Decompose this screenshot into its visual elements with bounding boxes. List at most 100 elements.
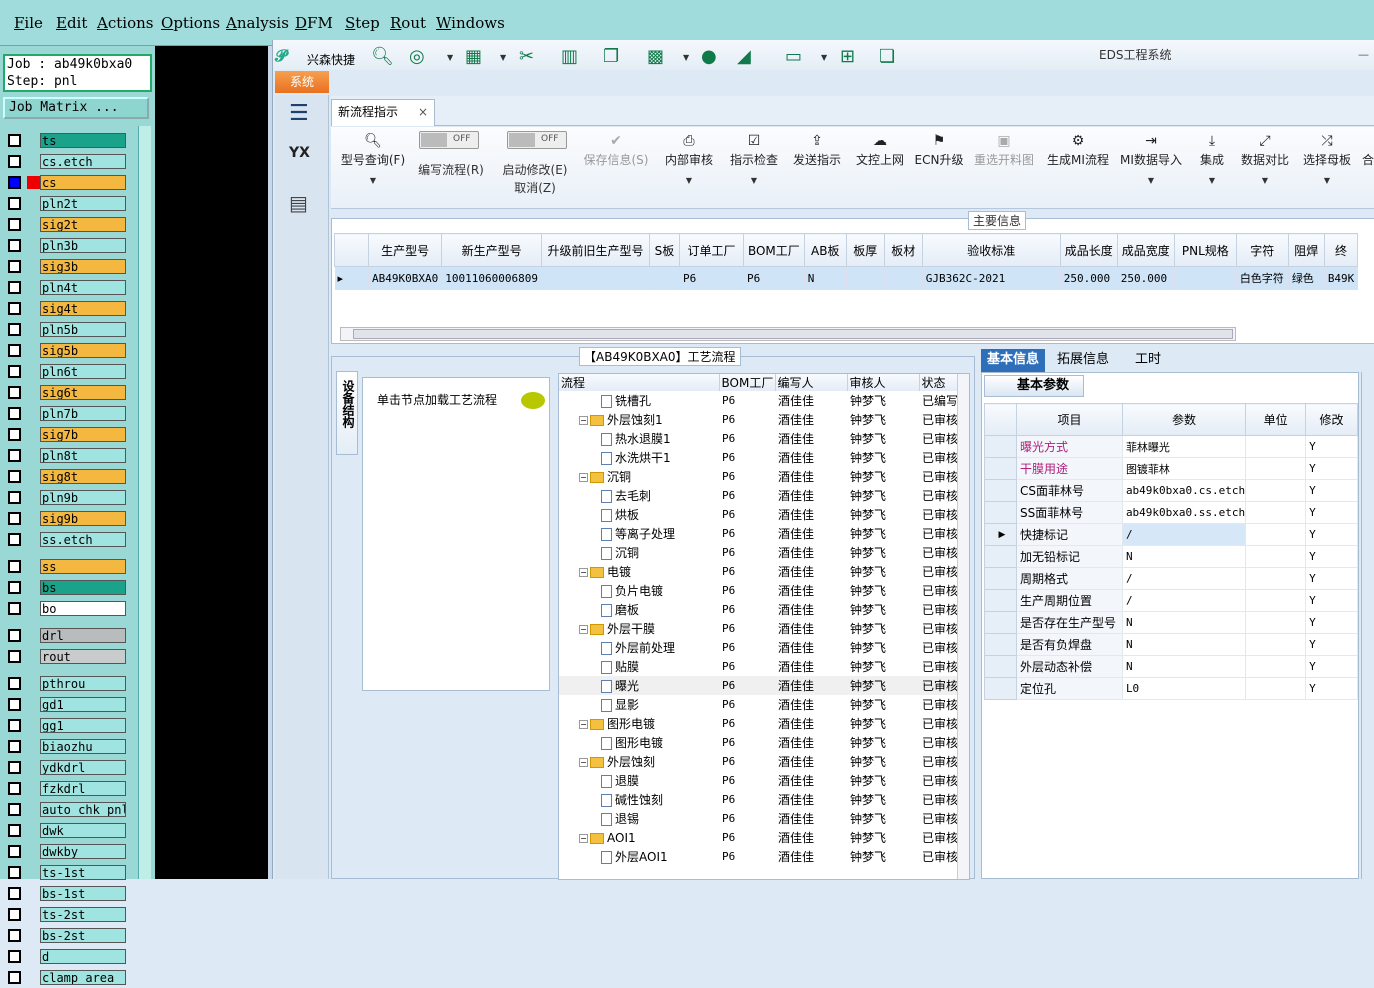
- layer-checkbox[interactable]: [8, 719, 21, 732]
- layer-row[interactable]: bo: [4, 598, 126, 619]
- menu-analysis[interactable]: Analysis: [226, 14, 289, 32]
- tree-row[interactable]: 烘板 P6 酒佳佳 钟梦飞 已审核: [559, 505, 959, 524]
- layer-row[interactable]: dwk: [4, 820, 126, 841]
- cancel-button[interactable]: 取消(Z): [497, 179, 573, 196]
- layer-checkbox[interactable]: [8, 533, 21, 546]
- tree-row[interactable]: 水洗烘干1 P6 酒佳佳 钟梦飞 已审核: [559, 448, 959, 467]
- param-row[interactable]: 周期格式 / Y: [984, 567, 1358, 590]
- collapse-icon[interactable]: −: [579, 568, 588, 577]
- layer-row[interactable]: ts-2st: [4, 904, 126, 925]
- layer-row[interactable]: pln9b: [4, 487, 126, 508]
- tree-node[interactable]: 退膜: [559, 771, 719, 790]
- grid-cell[interactable]: [846, 266, 885, 290]
- vertical-tab-equipment[interactable]: 设备结构: [336, 371, 358, 455]
- tree-row[interactable]: 外层前处理 P6 酒佳佳 钟梦飞 已审核: [559, 638, 959, 657]
- layer-row[interactable]: pln4t: [4, 277, 126, 298]
- layer-row[interactable]: cs: [4, 172, 126, 193]
- column-header[interactable]: 项目: [1015, 403, 1123, 436]
- horizontal-scrollbar[interactable]: [340, 327, 1236, 341]
- layer-row[interactable]: pln6t: [4, 361, 126, 382]
- minimize-icon[interactable]: —: [1358, 48, 1369, 61]
- user-icon[interactable]: ●: [701, 46, 717, 67]
- collapse-icon[interactable]: −: [579, 758, 588, 767]
- tree-row[interactable]: 曝光 P6 酒佳佳 钟梦飞 已审核: [559, 676, 959, 695]
- tree-row[interactable]: 负片电镀 P6 酒佳佳 钟梦飞 已审核: [559, 581, 959, 600]
- tree-node[interactable]: 铣槽孔: [559, 391, 719, 410]
- layer-checkbox[interactable]: [8, 512, 21, 525]
- grid-cell[interactable]: GJB362C-2021: [922, 266, 1061, 290]
- layer-row[interactable]: bs-2st: [4, 925, 126, 946]
- tree-node[interactable]: − 外层蚀刻1: [559, 410, 719, 429]
- tree-row[interactable]: − 沉铜 P6 酒佳佳 钟梦飞 已审核: [559, 467, 959, 486]
- menu-dfm[interactable]: DFM: [295, 14, 333, 32]
- layer-name[interactable]: pln8t: [40, 448, 126, 463]
- column-header[interactable]: 单位: [1245, 403, 1307, 436]
- param-row[interactable]: 加无铅标记 N Y: [984, 545, 1358, 568]
- layer-checkbox[interactable]: [8, 971, 21, 984]
- layer-name[interactable]: sig8t: [40, 469, 126, 484]
- column-header[interactable]: 新生产型号: [441, 233, 542, 267]
- layer-checkbox[interactable]: [8, 845, 21, 858]
- layer-name[interactable]: fzkdrl: [40, 781, 126, 796]
- grid-cell[interactable]: 绿色: [1288, 266, 1325, 290]
- column-header[interactable]: 参数: [1121, 403, 1247, 436]
- layer-checkbox[interactable]: [8, 866, 21, 879]
- tree-row[interactable]: − 外层蚀刻 P6 酒佳佳 钟梦飞 已审核: [559, 752, 959, 771]
- column-header[interactable]: S板: [648, 233, 680, 267]
- layer-checkbox[interactable]: [8, 449, 21, 462]
- system-tab[interactable]: 系统: [275, 71, 329, 93]
- auto-modify-toggle[interactable]: OFF: [507, 131, 567, 149]
- layer-row[interactable]: ss.etch: [4, 529, 126, 550]
- layer-checkbox[interactable]: [8, 218, 21, 231]
- tree-row[interactable]: 图形电镀 P6 酒佳佳 钟梦飞 已审核: [559, 733, 959, 752]
- param-row[interactable]: ▶ 快捷标记 / Y: [984, 523, 1358, 546]
- tree-row[interactable]: 碱性蚀刻 P6 酒佳佳 钟梦飞 已审核: [559, 790, 959, 809]
- chevron-down-icon[interactable]: ▼: [447, 53, 453, 62]
- collapse-icon[interactable]: −: [579, 833, 588, 843]
- grid-cell[interactable]: 白色字符: [1236, 266, 1289, 290]
- chevron-down-icon[interactable]: ▼: [500, 53, 506, 62]
- param-row[interactable]: 是否有负焊盘 N Y: [984, 633, 1358, 656]
- layer-row[interactable]: bs: [4, 577, 126, 598]
- layer-row[interactable]: sig5b: [4, 340, 126, 361]
- layer-checkbox[interactable]: [8, 407, 21, 420]
- tree-row[interactable]: − 图形电镀 P6 酒佳佳 钟梦飞 已审核: [559, 714, 959, 733]
- layer-name[interactable]: biaozhu: [40, 739, 126, 754]
- layer-checkbox[interactable]: [8, 260, 21, 273]
- job-matrix-button[interactable]: Job Matrix ...: [3, 97, 149, 119]
- layer-checkbox[interactable]: [8, 650, 21, 663]
- tree-node[interactable]: 磨板: [559, 600, 719, 619]
- layer-name[interactable]: ts-2st: [40, 907, 126, 922]
- param-value[interactable]: N: [1121, 611, 1247, 634]
- layer-row[interactable]: ss: [4, 556, 126, 577]
- grid-cell[interactable]: [1174, 266, 1237, 290]
- layer-name[interactable]: dwk: [40, 823, 126, 838]
- layer-name[interactable]: pln9b: [40, 490, 126, 505]
- layer-row[interactable]: sig7b: [4, 424, 126, 445]
- tree-row[interactable]: 热水退膜1 P6 酒佳佳 钟梦飞 已审核: [559, 429, 959, 448]
- grid-cell[interactable]: B49K: [1324, 266, 1359, 290]
- layer-checkbox[interactable]: [8, 887, 21, 900]
- layer-checkbox[interactable]: [8, 929, 21, 942]
- layer-checkbox[interactable]: [8, 176, 40, 189]
- layer-checkbox[interactable]: [8, 155, 21, 168]
- tree-node[interactable]: − 图形电镀: [559, 714, 719, 733]
- layer-name[interactable]: ss: [40, 559, 126, 574]
- tree-node[interactable]: 曝光: [559, 676, 719, 695]
- tree-node[interactable]: 外层AOI1: [559, 847, 719, 866]
- column-header[interactable]: 订单工厂: [678, 233, 744, 267]
- param-value[interactable]: /: [1121, 589, 1247, 612]
- layer-checkbox[interactable]: [8, 581, 21, 594]
- tree-row[interactable]: − 外层蚀刻1 P6 酒佳佳 钟梦飞 已审核: [559, 410, 959, 429]
- scissors-icon[interactable]: ✂: [519, 46, 534, 67]
- layer-name[interactable]: d: [40, 949, 126, 964]
- layer-row[interactable]: pln2t: [4, 193, 126, 214]
- layer-name[interactable]: sig4t: [40, 301, 126, 316]
- graphics-area[interactable]: [155, 46, 268, 879]
- grid-cell[interactable]: N: [804, 266, 847, 290]
- layer-name[interactable]: dwkby: [40, 844, 126, 859]
- tree-node[interactable]: 去毛刺: [559, 486, 719, 505]
- tree-node[interactable]: − AOI1: [559, 828, 719, 847]
- collapse-icon[interactable]: −: [579, 720, 588, 729]
- ecn-upgrade-button[interactable]: ⚑ ECN升级: [911, 127, 967, 207]
